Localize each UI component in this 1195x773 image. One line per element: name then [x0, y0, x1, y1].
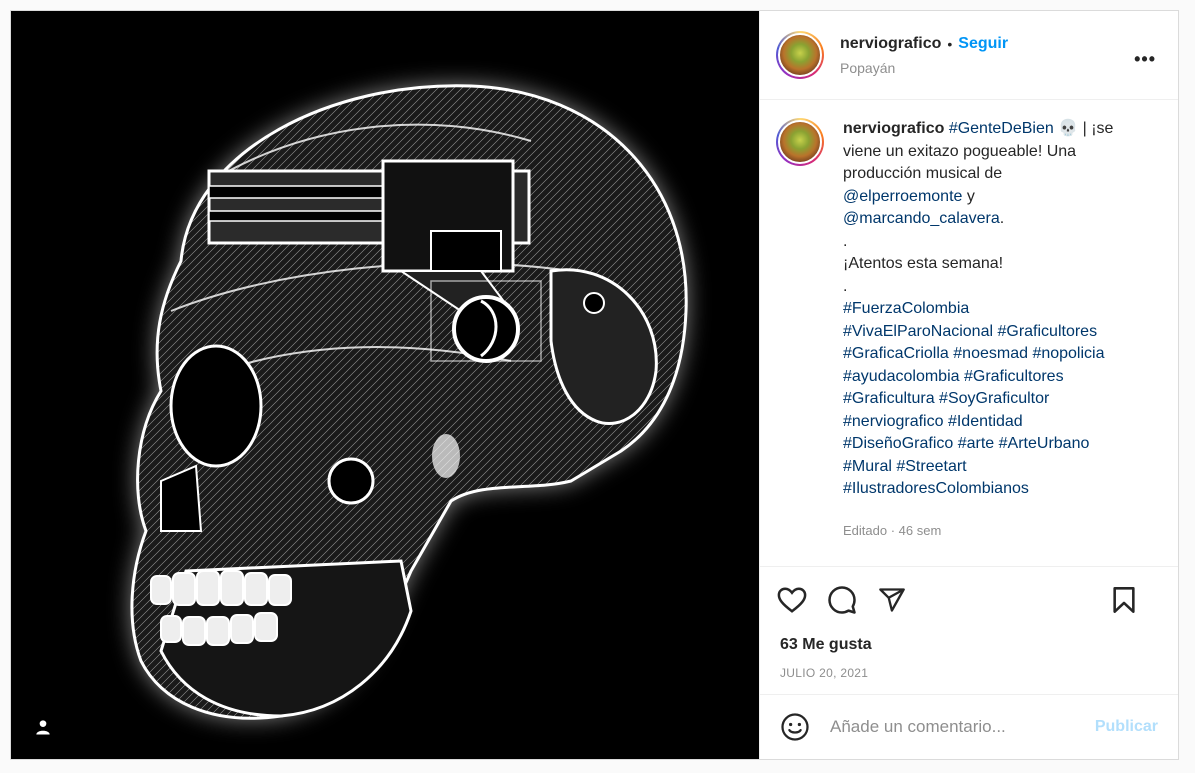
share-button[interactable]: [876, 584, 908, 616]
hashtag-link[interactable]: #Graficultores: [997, 323, 1097, 340]
hashtag-line: #nerviografico #Identidad: [843, 411, 1133, 434]
caption-text: .: [999, 210, 1005, 227]
hashtag-link[interactable]: #ArteUrbano: [999, 435, 1090, 452]
avatar[interactable]: [776, 31, 824, 79]
share-icon: [879, 588, 905, 612]
hashtag-line: #ayudacolombia #Graficultores: [843, 366, 1133, 389]
follow-button[interactable]: Seguir: [958, 35, 1008, 53]
mention-link[interactable]: @elperroemonte: [843, 188, 962, 205]
comment-icon: [828, 586, 856, 614]
bookmark-icon: [1113, 587, 1135, 613]
caption: nerviografico #GenteDeBien 💀 | ¡se viene…: [843, 118, 1133, 566]
post-image[interactable]: [11, 11, 759, 759]
hashtag-link[interactable]: #Streetart: [896, 458, 966, 475]
add-comment-bar: Publicar: [760, 695, 1178, 759]
skull-emoji: 💀: [1058, 120, 1079, 137]
hashtag-link[interactable]: #noesmad: [953, 345, 1028, 362]
hashtag-line: #GraficaCriolla #noesmad #nopolicia: [843, 343, 1133, 366]
hashtag-line: #DiseñoGrafico #arte #ArteUrbano: [843, 433, 1133, 456]
more-options-icon[interactable]: •••: [1134, 49, 1156, 70]
post-dialog: nerviografico • Seguir Popayán ••• nervi…: [10, 10, 1179, 760]
hashtag-link[interactable]: #Graficultores: [964, 368, 1064, 385]
hashtag-link[interactable]: #nerviografico: [843, 413, 944, 430]
post-sidebar: nerviografico • Seguir Popayán ••• nervi…: [759, 11, 1178, 759]
caption-dot: .: [843, 277, 848, 295]
skull-with-revolver-illustration: [11, 11, 759, 759]
hashtag-line: #IlustradoresColombianos: [843, 478, 1133, 501]
caption-text: y: [962, 187, 975, 205]
header-username[interactable]: nerviografico: [840, 35, 941, 53]
hashtag-link[interactable]: #nopolicia: [1032, 345, 1104, 362]
action-bar: [760, 567, 1178, 633]
like-button[interactable]: [776, 584, 808, 616]
location-link[interactable]: Popayán: [840, 60, 1008, 76]
hashtag-link[interactable]: #Identidad: [948, 413, 1023, 430]
caption-text: ¡Atentos esta semana!: [843, 255, 1004, 272]
publish-button[interactable]: Publicar: [1095, 718, 1158, 736]
caption-dot: .: [843, 232, 848, 250]
hashtag-line: #VivaElParoNacional #Graficultores: [843, 321, 1133, 344]
heart-icon: [777, 587, 807, 613]
hashtag-line: #FuerzaColombia: [843, 298, 1133, 321]
hashtag-link[interactable]: #GenteDeBien: [949, 120, 1054, 137]
hashtag-link[interactable]: #VivaElParoNacional: [843, 323, 993, 340]
comment-button[interactable]: [826, 584, 858, 616]
hashtag-link[interactable]: #FuerzaColombia: [843, 300, 969, 317]
user-tag-icon[interactable]: [33, 717, 53, 737]
post-meta: Editado · 46 sem: [843, 522, 942, 538]
hashtag-link[interactable]: #IlustradoresColombianos: [843, 480, 1029, 497]
mention-link[interactable]: @marcando_calavera: [843, 210, 1000, 227]
comment-input[interactable]: [830, 717, 1095, 737]
post-date[interactable]: JULIO 20, 2021: [760, 654, 1178, 695]
caption-username[interactable]: nerviografico: [843, 120, 944, 137]
hashtag-link[interactable]: #GraficaCriolla: [843, 345, 949, 362]
save-button[interactable]: [1108, 584, 1140, 616]
hashtag-line: #Mural #Streetart: [843, 456, 1133, 479]
caption-avatar[interactable]: [776, 118, 824, 166]
comments-section: nerviografico #GenteDeBien 💀 | ¡se viene…: [760, 100, 1178, 567]
hashtag-link[interactable]: #ayudacolombia: [843, 368, 960, 385]
hashtag-link[interactable]: #Graficultura: [843, 390, 935, 407]
hashtag-link[interactable]: #arte: [958, 435, 994, 452]
hashtag-list: #FuerzaColombia #VivaElParoNacional #Graf…: [843, 298, 1133, 501]
post-header: nerviografico • Seguir Popayán •••: [760, 11, 1178, 100]
hashtag-link[interactable]: #Mural: [843, 458, 892, 475]
emoji-icon[interactable]: [780, 712, 810, 742]
hashtag-line: #Graficultura #SoyGraficultor: [843, 388, 1133, 411]
likes-count[interactable]: 63 Me gusta: [760, 633, 1178, 654]
hashtag-link[interactable]: #SoyGraficultor: [939, 390, 1049, 407]
hashtag-link[interactable]: #DiseñoGrafico: [843, 435, 953, 452]
separator-dot: •: [947, 35, 953, 52]
